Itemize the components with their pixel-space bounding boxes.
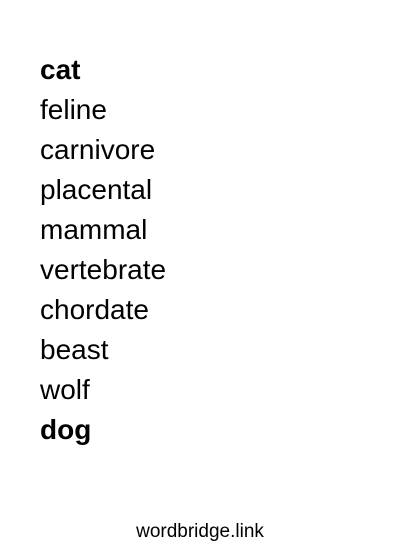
chain-word: carnivore bbox=[40, 134, 156, 165]
chain-word: chordate bbox=[40, 294, 149, 325]
end-word: dog bbox=[40, 414, 92, 445]
chain-word: feline bbox=[40, 94, 107, 125]
chain-word: wolf bbox=[40, 374, 90, 405]
chain-word: mammal bbox=[40, 214, 148, 245]
start-word: cat bbox=[40, 54, 81, 85]
chain-word: placental bbox=[40, 174, 153, 205]
word-chain-list: cat feline carnivore placental mammal ve… bbox=[40, 50, 166, 450]
chain-word: beast bbox=[40, 334, 109, 365]
site-footer: wordbridge.link bbox=[136, 521, 264, 542]
chain-word: vertebrate bbox=[40, 254, 167, 285]
